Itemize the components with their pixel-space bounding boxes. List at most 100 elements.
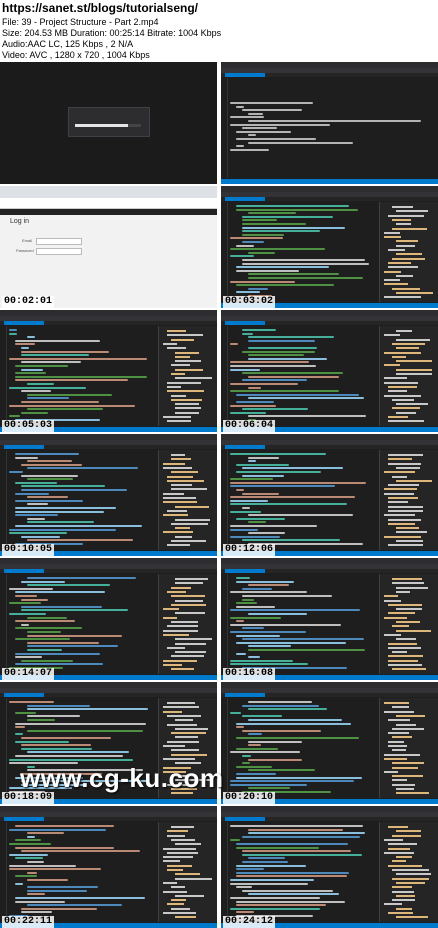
solution-tree-item[interactable] [392,407,420,410]
solution-tree-item[interactable] [171,373,185,375]
solution-tree-item[interactable] [167,420,191,423]
solution-tree-item[interactable] [396,330,412,332]
solution-explorer-panel[interactable] [379,326,438,426]
solution-tree-item[interactable] [388,912,413,914]
solution-tree-item[interactable] [396,830,421,833]
solution-tree-item[interactable] [396,881,425,884]
solution-tree-item[interactable] [175,642,206,645]
solution-tree-item[interactable] [396,373,432,375]
solution-tree-item[interactable] [388,719,410,722]
solution-tree-item[interactable] [388,501,408,504]
solution-tree-item[interactable] [167,509,187,512]
solution-tree-item[interactable] [384,851,414,854]
solution-tree-item[interactable] [167,381,201,384]
solution-tree-item[interactable] [175,505,209,508]
solution-tree-item[interactable] [163,342,177,345]
solution-tree-item[interactable] [171,886,185,889]
solution-tree-item[interactable] [384,903,402,906]
solution-tree-item[interactable] [175,638,212,641]
solution-tree-item[interactable] [167,714,201,717]
solution-tree-item[interactable] [396,411,416,414]
solution-tree-item[interactable] [167,390,204,393]
solution-tree-item[interactable] [392,582,424,585]
solution-tree-item[interactable] [392,475,407,478]
solution-tree-item[interactable] [175,727,208,730]
solution-tree-item[interactable] [167,625,198,628]
solution-tree-item[interactable] [392,578,422,580]
solution-tree-item[interactable] [388,603,422,606]
solution-tree-item[interactable] [388,497,418,499]
solution-tree-item[interactable] [388,612,415,615]
solution-tree-item[interactable] [163,890,187,893]
tab-active[interactable] [225,817,265,821]
solution-tree-item[interactable] [175,843,201,846]
solution-tree-item[interactable] [163,881,177,884]
solution-tree-item[interactable] [392,877,429,880]
solution-tree-item[interactable] [388,385,417,388]
solution-tree-item[interactable] [384,535,421,538]
tab-active[interactable] [225,445,265,449]
solution-tree-item[interactable] [175,877,212,880]
solution-tree-item[interactable] [175,377,212,380]
solution-tree-item[interactable] [167,646,185,649]
solution-tree-item[interactable] [167,347,186,350]
solution-tree-item[interactable] [396,638,416,641]
solution-tree-item[interactable] [392,625,409,628]
solution-tree-item[interactable] [388,505,423,508]
solution-tree-item[interactable] [175,916,196,919]
tab-active[interactable] [4,321,44,325]
solution-tree-item[interactable] [392,651,407,654]
solution-tree-item[interactable] [175,351,199,354]
solution-tree-item[interactable] [384,616,407,619]
solution-tree-item[interactable] [396,466,420,469]
solution-explorer-panel[interactable] [158,326,217,426]
solution-tree-item[interactable] [171,338,194,341]
solution-tree-item[interactable] [396,873,431,876]
solution-tree-item[interactable] [171,586,191,589]
solution-tree-item[interactable] [163,912,196,914]
solution-explorer-panel[interactable] [158,822,217,922]
solution-explorer-panel[interactable] [379,450,438,550]
solution-tree-item[interactable] [175,403,199,406]
solution-tree-item[interactable] [388,646,421,649]
solution-tree-item[interactable] [175,736,198,739]
solution-tree-item[interactable] [167,590,186,593]
solution-tree-item[interactable] [396,723,416,726]
tab-active[interactable] [4,445,44,449]
solution-tree-item[interactable] [384,492,414,495]
solution-tree-item[interactable] [171,655,204,658]
solution-tree-item[interactable] [396,368,432,371]
solution-tree-item[interactable] [175,360,201,363]
solution-tree-item[interactable] [388,390,407,393]
solution-tree-item[interactable] [384,231,400,234]
solution-tree-item[interactable] [171,595,205,598]
solution-tree-item[interactable] [171,454,185,456]
solution-tree-item[interactable] [396,540,423,542]
solution-tree-item[interactable] [175,368,203,371]
solution-tree-item[interactable] [163,466,192,469]
solution-tree-item[interactable] [388,655,423,658]
tab-active[interactable] [225,693,265,697]
solution-tree-item[interactable] [175,518,210,521]
solution-tree-item[interactable] [396,360,432,363]
solution-tree-item[interactable] [384,838,403,841]
source-url[interactable]: https://sanet.st/blogs/tutorialseng/ [2,1,198,15]
tab-active[interactable] [225,73,265,77]
solution-tree-item[interactable] [163,706,199,709]
solution-tree-item[interactable] [396,916,428,919]
solution-tree-item[interactable] [167,544,190,547]
tab-active[interactable] [225,321,265,325]
solution-tree-item[interactable] [163,497,196,499]
solution-tree-item[interactable] [163,616,177,619]
solution-tree-item[interactable] [167,864,192,867]
solution-tree-item[interactable] [384,236,401,239]
solution-tree-item[interactable] [388,416,408,418]
solution-tree-item[interactable] [171,488,207,491]
solution-tree-item[interactable] [171,732,206,735]
solution-tree-item[interactable] [388,484,419,487]
solution-tree-item[interactable] [392,257,425,260]
tab-active[interactable] [4,693,44,697]
solution-tree-item[interactable] [175,407,201,410]
solution-tree-item[interactable] [384,381,418,384]
solution-tree-item[interactable] [163,492,184,495]
